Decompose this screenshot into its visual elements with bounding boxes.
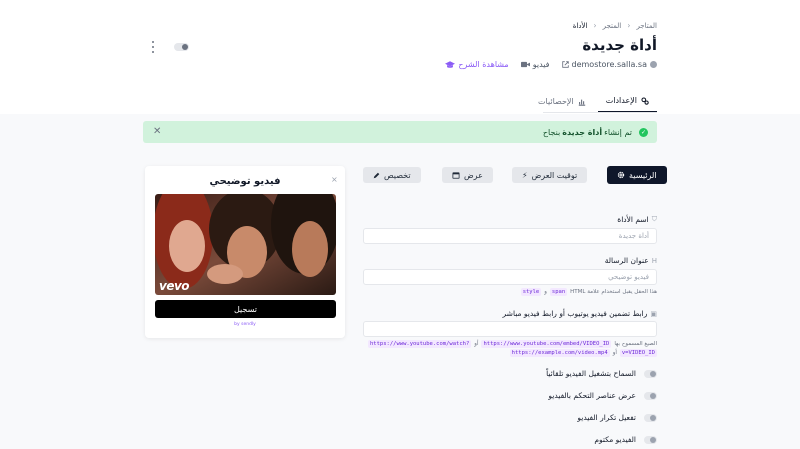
controls-label: عرض عناصر التحكم بالفيديو [548, 391, 636, 400]
graduation-cap-icon [445, 60, 456, 68]
video-link[interactable]: فيديو [520, 60, 550, 69]
more-options-icon[interactable] [150, 41, 156, 53]
explain-link[interactable]: مشاهدة الشرح [445, 60, 509, 69]
widget-name-value: أداة جديدة [618, 232, 649, 240]
preview-credit[interactable]: by sendly [145, 322, 345, 327]
hint-code: https://example.com/video.mp4 [509, 349, 610, 357]
hint-text: أو [474, 341, 479, 347]
display-timing-label: توقيت العرض [531, 170, 578, 180]
video-url-label-text: رابط تضمين فيديو يوتيوب أو رابط فيديو مب… [502, 309, 648, 318]
video-label: فيديو [532, 60, 550, 69]
switch-row-controls: عرض عناصر التحكم بالفيديو [548, 391, 657, 400]
autoplay-toggle[interactable] [644, 369, 657, 378]
message-title-value: فيديو توضيحي [608, 273, 649, 281]
breadcrumb: المتاجر ‹ المتجر ‹ الأداة [573, 21, 657, 30]
bolt-icon: ⚡ [522, 170, 528, 180]
hint-code: https://www.youtube.com/watch? [367, 340, 472, 348]
image-icon: ▣ [650, 309, 657, 318]
alert-prefix: تم إنشاء [604, 127, 632, 137]
hint-text: أو [612, 350, 617, 356]
close-icon[interactable]: ✕ [153, 126, 161, 137]
widget-name-input[interactable]: أداة جديدة [363, 228, 657, 244]
top-area [0, 0, 800, 114]
globe-icon [650, 61, 657, 68]
breadcrumb-store[interactable]: المتجر [603, 22, 622, 30]
hint-text: هذا الحقل يقبل استخدام علامة HTML [570, 289, 657, 295]
controls-toggle[interactable] [644, 391, 657, 400]
preview-register-button[interactable]: تسجيل [155, 300, 336, 318]
customize-label: تخصيص [384, 170, 411, 180]
tab-settings[interactable]: الإعدادات [597, 92, 657, 113]
preview-title: فيديو توضيحي [209, 176, 281, 187]
bar-chart-icon [578, 99, 585, 106]
tabs-divider [543, 112, 657, 113]
customize-button[interactable]: تخصيص [363, 167, 421, 183]
display-timing-button[interactable]: ⚡ توقيت العرض [512, 167, 588, 183]
window-icon [452, 171, 460, 179]
video-url-input[interactable] [363, 321, 657, 337]
video-camera-icon [520, 61, 530, 68]
external-link-icon [561, 61, 569, 68]
home-button-label: الرئيسية [629, 170, 657, 180]
muted-label: الفيديو مكتوم [594, 435, 636, 444]
switch-row-muted: الفيديو مكتوم [594, 435, 657, 444]
widget-status-toggle[interactable] [174, 43, 189, 51]
tab-statistics[interactable]: الإحصائيات [530, 92, 594, 113]
cogs-icon [641, 96, 649, 105]
tab-settings-label: الإعدادات [605, 96, 637, 105]
page-title: أداة جديدة [582, 36, 657, 54]
widget-name-label: ⛉ اسم الأداة [617, 215, 657, 224]
message-title-input[interactable]: فيديو توضيحي [363, 269, 657, 285]
video-url-hint-line2: v=VIDEO_ID أو https://example.com/video.… [509, 349, 657, 357]
loop-toggle[interactable] [644, 413, 657, 422]
vevo-logo: vevo [159, 279, 190, 293]
tag-icon: ⛉ [651, 215, 657, 223]
store-url: demostore.salla.sa [571, 60, 648, 69]
switch-row-loop: تفعيل تكرار الفيديو [577, 413, 657, 422]
alert-bold: أداة جديدة [562, 127, 603, 137]
hint-text: و [544, 289, 547, 295]
display-button[interactable]: عرض [442, 167, 493, 183]
message-title-label: H عنوان الرسالة [605, 256, 657, 265]
widget-preview: × فيديو توضيحي vevo تسجيل by sendly [145, 166, 345, 338]
autoplay-label: السماح بتشغيل الفيديو تلقائياً [546, 369, 636, 378]
page-meta: demostore.salla.sa فيديو مشاهدة الشرح [445, 60, 657, 69]
hint-code: v=VIDEO_ID [619, 349, 657, 357]
chevron-left-icon: ‹ [627, 21, 631, 30]
message-title-hint: هذا الحقل يقبل استخدام علامة HTML span و… [520, 288, 657, 296]
gear-icon [617, 171, 625, 179]
tabs: الإعدادات الإحصائيات [530, 92, 657, 113]
widget-name-label-text: اسم الأداة [617, 215, 649, 224]
alert-suffix: بنجاح [542, 127, 561, 137]
video-url-hint-line1: الصيغ المسموح بها https://www.youtube.co… [367, 340, 657, 348]
message-title-label-text: عنوان الرسالة [604, 256, 649, 265]
breadcrumb-current: الأداة [572, 21, 588, 30]
pencil-icon [373, 172, 380, 178]
hint-code: style [520, 288, 542, 296]
success-alert: ✓ تم إنشاء أداة جديدة بنجاح ✕ [143, 121, 657, 143]
heading-icon: H [651, 256, 657, 265]
video-thumbnail[interactable]: vevo [155, 194, 336, 295]
muted-toggle[interactable] [644, 435, 657, 444]
explain-label: مشاهدة الشرح [458, 60, 509, 69]
switch-row-autoplay: السماح بتشغيل الفيديو تلقائياً [546, 369, 657, 378]
tab-statistics-label: الإحصائيات [537, 97, 574, 106]
chevron-left-icon: ‹ [593, 21, 597, 30]
hint-code: https://www.youtube.com/embed/VIDEO_ID [481, 340, 612, 348]
hint-code: span [549, 288, 568, 296]
display-label: عرض [464, 170, 483, 180]
hint-text: الصيغ المسموح بها [614, 341, 657, 347]
breadcrumb-stores[interactable]: المتاجر [636, 22, 657, 30]
loop-label: تفعيل تكرار الفيديو [577, 413, 636, 422]
video-url-label: ▣ رابط تضمين فيديو يوتيوب أو رابط فيديو … [503, 309, 657, 318]
check-circle-icon: ✓ [639, 127, 648, 137]
home-button[interactable]: الرئيسية [607, 166, 667, 184]
store-link[interactable]: demostore.salla.sa [561, 60, 657, 69]
